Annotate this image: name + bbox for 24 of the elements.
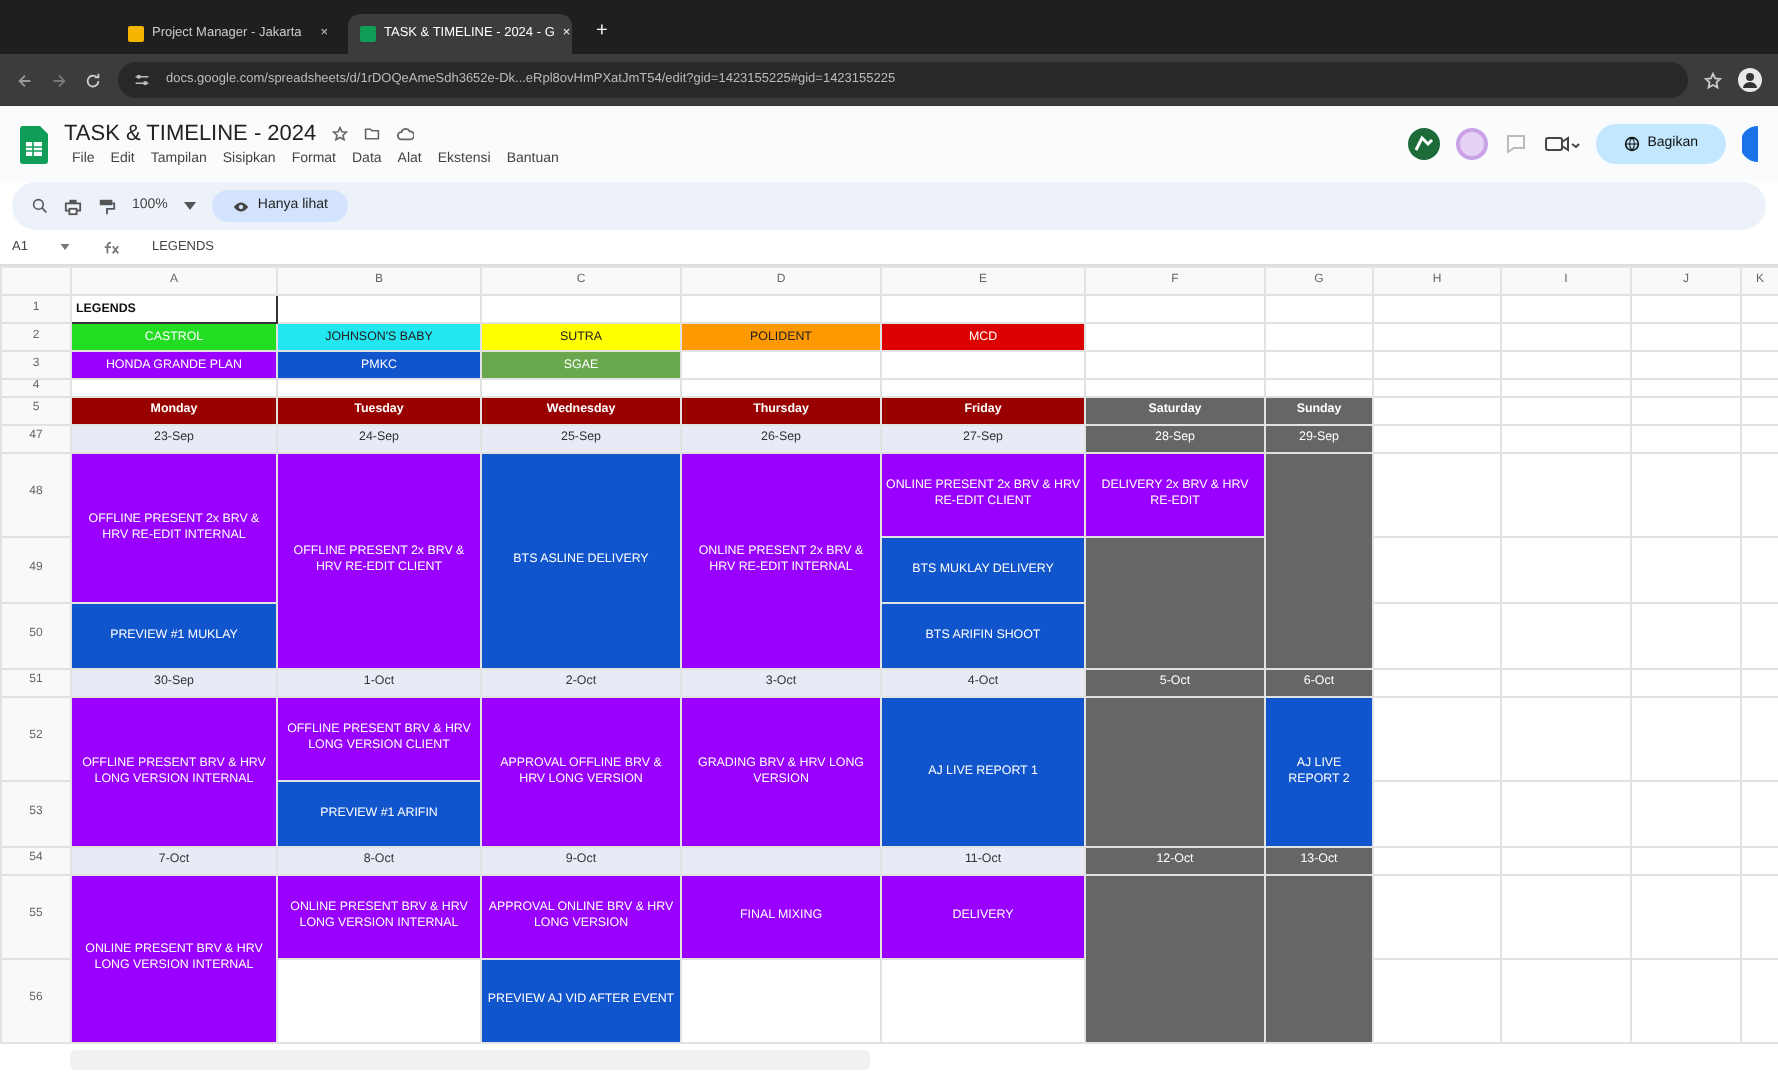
sheets-logo-icon[interactable] (20, 125, 48, 163)
reload-icon[interactable] (84, 71, 102, 89)
video-call-icon[interactable] (1543, 132, 1580, 156)
forward-icon[interactable] (50, 71, 68, 89)
profile-icon[interactable] (1738, 68, 1762, 92)
caret-icon[interactable] (59, 244, 70, 250)
cloud-icon[interactable] (396, 125, 415, 142)
caret-icon[interactable] (183, 202, 196, 210)
account-avatar-icon[interactable] (1742, 126, 1758, 162)
folder-icon[interactable] (364, 125, 381, 142)
tab-favicon-icon (360, 26, 376, 42)
search-icon[interactable] (32, 198, 48, 214)
eye-icon (231, 199, 250, 213)
site-info-icon[interactable] (134, 72, 150, 88)
star-icon[interactable] (332, 125, 349, 142)
new-tab-button[interactable]: + (580, 16, 624, 54)
globe-icon (1623, 136, 1640, 152)
tab-favicon-icon (128, 26, 144, 42)
print-icon[interactable] (64, 197, 82, 215)
back-icon[interactable] (16, 71, 34, 89)
document-title: TASK & TIMELINE - 2024 (64, 119, 317, 149)
avatar-icon[interactable] (1407, 128, 1440, 160)
function-icon (101, 239, 120, 255)
paint-format-icon[interactable] (98, 197, 116, 215)
